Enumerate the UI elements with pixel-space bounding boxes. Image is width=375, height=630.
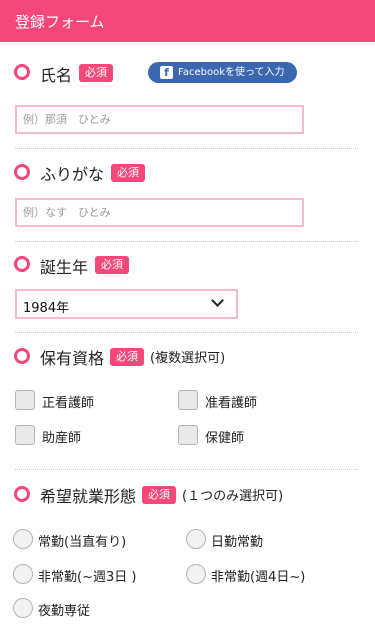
kana-required-badge: 必須 <box>111 164 145 182</box>
kana-label: ふりがな <box>40 165 105 184</box>
qualifications-note: (複数選択可) <box>150 351 226 366</box>
name-label: 氏名 <box>40 66 73 85</box>
radio-part-time-4-days-plus[interactable] <box>186 564 206 584</box>
divider <box>15 241 358 242</box>
work-style-label: 希望就業形態 <box>40 487 137 506</box>
radio-part-time-up-to-3-days[interactable] <box>13 564 33 584</box>
kana-question-marker-icon <box>14 164 30 180</box>
facebook-autofill-button[interactable]: f Facebookを使って入力 <box>148 62 297 83</box>
option-label-public-health-nurse: 保健師 <box>205 431 245 446</box>
divider <box>15 148 358 149</box>
qualifications-required-badge: 必須 <box>110 348 144 366</box>
birth-year-selected-value: 1984年 <box>23 301 70 316</box>
radio-day-shift-full-time[interactable] <box>186 529 206 549</box>
birth-year-label: 誕生年 <box>40 258 89 277</box>
option-label-part-time-4-days-plus: 非常勤(週4日~) <box>211 570 306 585</box>
divider <box>15 469 358 470</box>
option-label-full-time-with-night-duty: 常勤(当直有り) <box>38 535 127 550</box>
work-style-note: (１つのみ選択可) <box>182 489 284 504</box>
facebook-icon: f <box>160 66 173 79</box>
checkbox-public-health-nurse[interactable] <box>178 425 198 445</box>
qualifications-label: 保有資格 <box>40 349 105 368</box>
option-label-practical-nurse: 准看護師 <box>205 396 258 411</box>
work-style-question-marker-icon <box>14 486 30 502</box>
option-label-registered-nurse: 正看護師 <box>42 396 95 411</box>
chevron-down-icon <box>211 294 224 307</box>
radio-full-time-with-night-duty[interactable] <box>13 529 33 549</box>
option-label-day-shift-full-time: 日勤常勤 <box>211 535 264 550</box>
birth-year-required-badge: 必須 <box>95 256 129 274</box>
header-bar: 登録フォーム <box>0 0 375 42</box>
name-question-marker-icon <box>14 64 30 80</box>
option-label-part-time-up-to-3-days: 非常勤(~週3日 ) <box>38 570 137 585</box>
option-label-midwife: 助産師 <box>42 431 82 446</box>
divider <box>15 332 358 333</box>
kana-input[interactable] <box>15 198 304 227</box>
radio-night-shift-only[interactable] <box>13 598 33 618</box>
page-title: 登録フォーム <box>15 13 105 31</box>
work-style-required-badge: 必須 <box>142 486 176 504</box>
facebook-button-label: Facebookを使って入力 <box>178 67 285 78</box>
option-label-night-shift-only: 夜勤専従 <box>38 604 91 619</box>
qualifications-question-marker-icon <box>14 348 30 364</box>
checkbox-midwife[interactable] <box>15 425 35 445</box>
checkbox-practical-nurse[interactable] <box>178 390 198 410</box>
name-input[interactable] <box>15 105 304 134</box>
name-required-badge: 必須 <box>79 64 113 82</box>
birth-year-question-marker-icon <box>14 256 30 272</box>
checkbox-registered-nurse[interactable] <box>15 390 35 410</box>
birth-year-select[interactable]: 1984年 <box>15 289 238 319</box>
